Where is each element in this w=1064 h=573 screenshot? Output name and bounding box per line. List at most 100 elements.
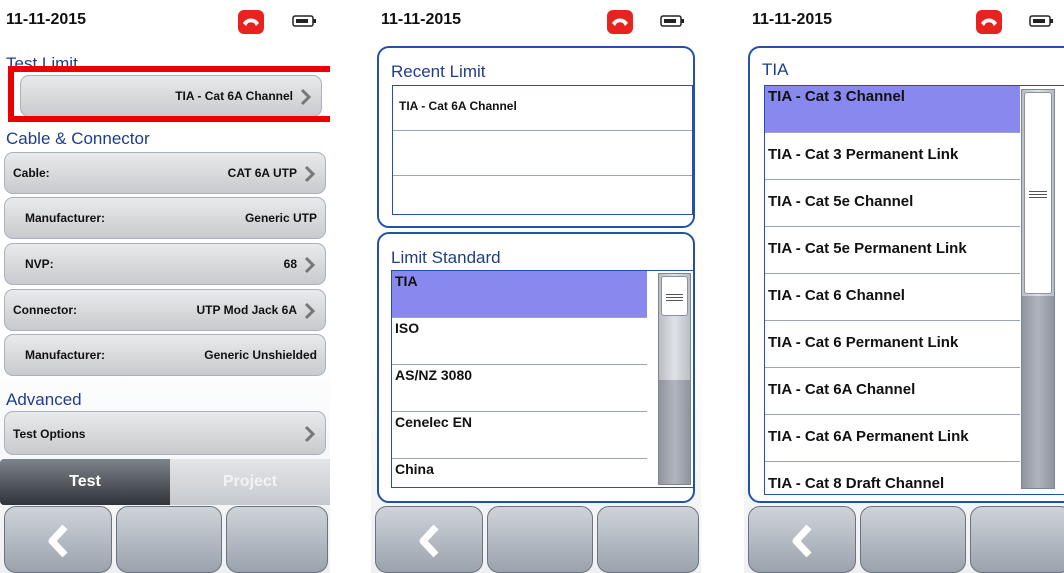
softkey-3[interactable] (226, 506, 328, 573)
limit-standard-item[interactable]: China (392, 459, 647, 487)
limit-standard-item[interactable]: TIA (392, 271, 647, 318)
phone-icon[interactable] (976, 10, 1002, 34)
tab-project-label: Project (222, 473, 278, 490)
scroll-track-lower (659, 380, 690, 484)
nvp-label: NVP: (25, 257, 54, 271)
status-bar: 11-11-2015 (371, 0, 701, 40)
back-button[interactable] (748, 506, 856, 573)
limit-standard-item[interactable]: AS/NZ 3080 (392, 365, 647, 412)
tab-test-label: Test (69, 473, 101, 490)
battery-icon (660, 13, 686, 29)
connector-manufacturer-label: Manufacturer: (25, 348, 106, 362)
date-label: 11-11-2015 (752, 11, 833, 28)
tab-test[interactable]: Test (0, 459, 170, 505)
tia-item-label: TIA - Cat 8 Draft Channel (768, 475, 945, 492)
limit-standard-panel: Limit Standard TIA ISO AS/NZ 3080 Cenele… (377, 232, 695, 503)
scroll-thumb[interactable] (1024, 92, 1052, 294)
cable-manufacturer-value: Generic UTP (244, 211, 317, 225)
limit-standard-item-label: Cenelec EN (395, 414, 473, 430)
recent-limit-item[interactable] (393, 131, 692, 176)
tab-bar: Test Project (0, 459, 330, 505)
tia-item[interactable]: TIA - Cat 5e Permanent Link (765, 227, 1020, 274)
nvp-value: 68 (283, 257, 297, 271)
tia-item-label: TIA - Cat 3 Channel (768, 88, 905, 105)
highlight-box (8, 66, 330, 122)
softkey-2[interactable] (487, 506, 593, 573)
limit-standard-scrollbar[interactable] (658, 273, 691, 485)
connector-label: Connector: (13, 303, 77, 317)
advanced-title: Advanced (6, 390, 82, 409)
connector-row[interactable]: Connector: UTP Mod Jack 6A (4, 289, 326, 331)
tia-item[interactable]: TIA - Cat 6 Channel (765, 274, 1020, 321)
date-label: 11-11-2015 (6, 11, 87, 28)
tia-item-label: TIA - Cat 6A Permanent Link (768, 428, 969, 445)
chevron-right-icon (304, 302, 316, 320)
scroll-grip-icon (666, 300, 683, 301)
cable-label: Cable: (13, 166, 50, 180)
limit-standard-item[interactable]: Cenelec EN (392, 412, 647, 459)
limit-standard-item-label: China (395, 461, 434, 477)
status-bar: 11-11-2015 (744, 0, 1064, 40)
tia-item[interactable]: TIA - Cat 8 Draft Channel (765, 462, 1020, 494)
chevron-right-icon (304, 256, 316, 274)
chevron-right-icon (304, 165, 316, 183)
date-label: 11-11-2015 (381, 11, 462, 28)
tia-item[interactable]: TIA - Cat 5e Channel (765, 180, 1020, 227)
screen-limit-select: 11-11-2015 Recent Limit TIA - Cat 6A Cha… (371, 0, 701, 573)
scroll-grip-icon (1029, 191, 1047, 192)
chevron-right-icon (304, 425, 316, 443)
cable-row[interactable]: Cable: CAT 6A UTP (4, 152, 326, 194)
softkey-3[interactable] (970, 506, 1064, 573)
screen-setup: 11-11-2015 Test Limit TIA - Cat 6A Chann… (0, 0, 330, 573)
recent-limit-item-label: TIA - Cat 6A Channel (399, 99, 517, 113)
tia-item-label: TIA - Cat 5e Channel (768, 193, 914, 210)
tia-scrollbar[interactable] (1021, 89, 1055, 489)
phone-icon[interactable] (607, 10, 633, 34)
test-options-label: Test Options (13, 427, 86, 441)
softkey-3[interactable] (597, 506, 699, 573)
cable-manufacturer-row: Manufacturer: Generic UTP (4, 197, 326, 239)
limit-standard-item-label: ISO (395, 320, 420, 336)
back-button[interactable] (4, 506, 112, 573)
battery-icon (1029, 13, 1055, 29)
scroll-grip-icon (666, 297, 683, 298)
back-arrow-icon (419, 524, 439, 558)
tia-item[interactable]: TIA - Cat 6 Permanent Link (765, 321, 1020, 368)
tia-item[interactable]: TIA - Cat 6A Channel (765, 368, 1020, 415)
tab-project[interactable]: Project (170, 459, 330, 505)
limit-standard-item[interactable]: ISO (392, 318, 647, 365)
recent-limit-item[interactable]: TIA - Cat 6A Channel (393, 86, 692, 131)
recent-limit-title: Recent Limit (391, 62, 486, 81)
tia-item[interactable]: TIA - Cat 6A Permanent Link (765, 415, 1020, 462)
back-arrow-icon (792, 524, 812, 558)
recent-limit-list: TIA - Cat 6A Channel (392, 85, 693, 215)
connector-value: UTP Mod Jack 6A (196, 303, 297, 317)
scroll-grip-icon (666, 294, 683, 295)
battery-icon (292, 13, 318, 29)
tia-item[interactable]: TIA - Cat 3 Channel (765, 86, 1020, 133)
cable-value: CAT 6A UTP (227, 166, 297, 180)
screen-tia-select: 11-11-2015 TIA TIA - Cat 3 Channel TIA -… (744, 0, 1064, 573)
limit-standard-item-label: TIA (395, 273, 418, 289)
scroll-thumb[interactable] (661, 276, 688, 316)
phone-icon[interactable] (238, 10, 264, 34)
softkey-2[interactable] (860, 506, 966, 573)
back-arrow-icon (48, 524, 68, 558)
cable-connector-title: Cable & Connector (6, 129, 150, 148)
softkey-bar (744, 506, 1064, 573)
recent-limit-panel: Recent Limit TIA - Cat 6A Channel (377, 46, 695, 228)
status-bar: 11-11-2015 (0, 0, 330, 40)
tia-list: TIA - Cat 3 Channel TIA - Cat 3 Permanen… (764, 85, 1064, 495)
back-button[interactable] (375, 506, 483, 573)
limit-standard-list: TIA ISO AS/NZ 3080 Cenelec EN China (391, 270, 694, 488)
test-options-row[interactable]: Test Options (4, 411, 326, 455)
tia-item-label: TIA - Cat 3 Permanent Link (768, 146, 959, 163)
tia-panel: TIA TIA - Cat 3 Channel TIA - Cat 3 Perm… (748, 46, 1064, 503)
tia-item[interactable]: TIA - Cat 3 Permanent Link (765, 133, 1020, 180)
softkey-2[interactable] (116, 506, 222, 573)
scroll-track-lower (1022, 296, 1054, 488)
limit-standard-item-label: AS/NZ 3080 (395, 367, 473, 383)
nvp-row[interactable]: NVP: 68 (4, 243, 326, 285)
scroll-grip-icon (1029, 197, 1047, 198)
tia-item-label: TIA - Cat 5e Permanent Link (768, 240, 967, 257)
